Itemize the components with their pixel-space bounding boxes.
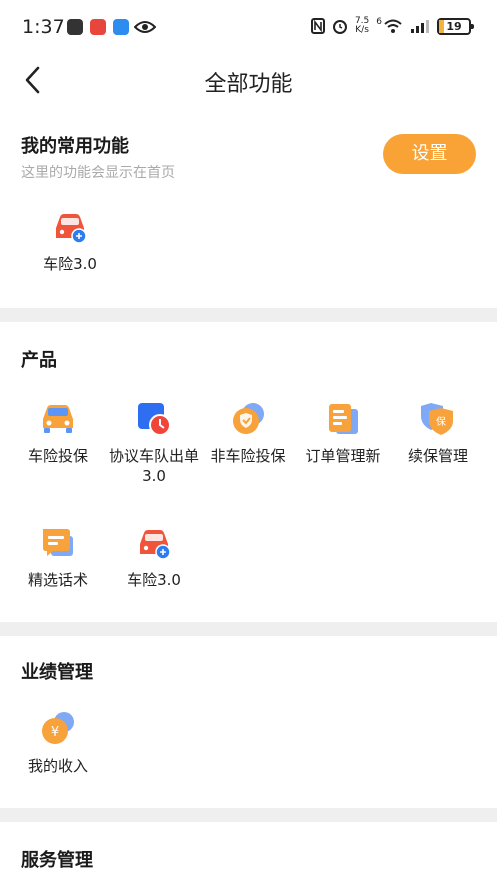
renewal-shield-icon: 保 [421,403,453,435]
notification-app-icon [90,19,106,35]
service-title: 服务管理 [21,850,93,871]
function-item-non-car-insure[interactable]: 非车险投保 [200,400,296,466]
header: 全部功能 [0,56,497,106]
wifi-icon [384,19,402,33]
car-icon [43,405,73,433]
status-indicators: 7.5 K/s 6 19 [310,16,474,35]
function-item-my-income[interactable]: ¥ 我的收入 [10,710,106,776]
function-item-label: 精选话术 [27,571,88,589]
favorites-subtitle: 这里的功能会显示在首页 [21,165,175,181]
battery-icon: 19 [437,17,474,35]
products-title: 产品 [21,350,57,371]
status-bar: 1:37 7.5 K/s 6 19 [0,0,497,56]
notification-app-icon [67,19,83,35]
nfc-icon [310,18,325,34]
service-section: 服务管理 [0,822,497,883]
function-item-label: 协议车队出单3.0 [108,447,199,485]
favorites-section: 我的常用功能 这里的功能会显示在首页 设置 车险3.0 [0,106,497,308]
alarm-icon [332,20,347,34]
function-item-label: 订单管理新 [305,447,381,465]
income-icon: ¥ [42,712,74,744]
function-item-label: 车险3.0 [127,571,181,589]
eye-icon [134,21,156,33]
network-speed: 7.5 K/s [354,16,370,35]
function-item-car-insurance-3[interactable]: 车险3.0 [106,524,202,590]
function-item-car-insure[interactable]: 车险投保 [10,400,106,466]
fleet-clock-icon [138,403,171,436]
svg-text:¥: ¥ [51,725,59,740]
chat-icon [43,529,73,556]
function-item-label: 非车险投保 [210,447,286,465]
car-insurance-icon [140,530,171,560]
svg-text:保: 保 [436,415,446,428]
function-item-label: 车险3.0 [43,255,97,273]
order-list-icon [329,404,358,434]
products-section: 产品 车险投保 协议车队出单3.0 非车险投保 订单管理新 保 续保管理 精选话… [0,322,497,622]
function-item-label: 续保管理 [407,447,468,465]
shield-check-icon [233,403,264,434]
favorites-title: 我的常用功能 [21,136,129,157]
chat-app-icon [113,19,129,35]
function-item-renewal[interactable]: 保 续保管理 [390,400,486,466]
performance-title: 业绩管理 [21,662,93,683]
car-insurance-icon [56,214,87,244]
function-item-fleet-3[interactable]: 协议车队出单3.0 [106,400,202,486]
signal-icon [411,20,429,33]
function-item-car-insurance-3[interactable]: 车险3.0 [22,208,118,274]
settings-button[interactable]: 设置 [383,134,476,174]
status-time: 1:37 [22,16,65,38]
function-item-label: 车险投保 [27,447,88,465]
page-title: 全部功能 [204,72,293,97]
function-item-label: 我的收入 [27,757,88,775]
function-item-scripts[interactable]: 精选话术 [10,524,106,590]
function-item-order-management[interactable]: 订单管理新 [295,400,391,466]
network-type: 6 [376,17,382,27]
performance-section: 业绩管理 ¥ 我的收入 [0,636,497,808]
